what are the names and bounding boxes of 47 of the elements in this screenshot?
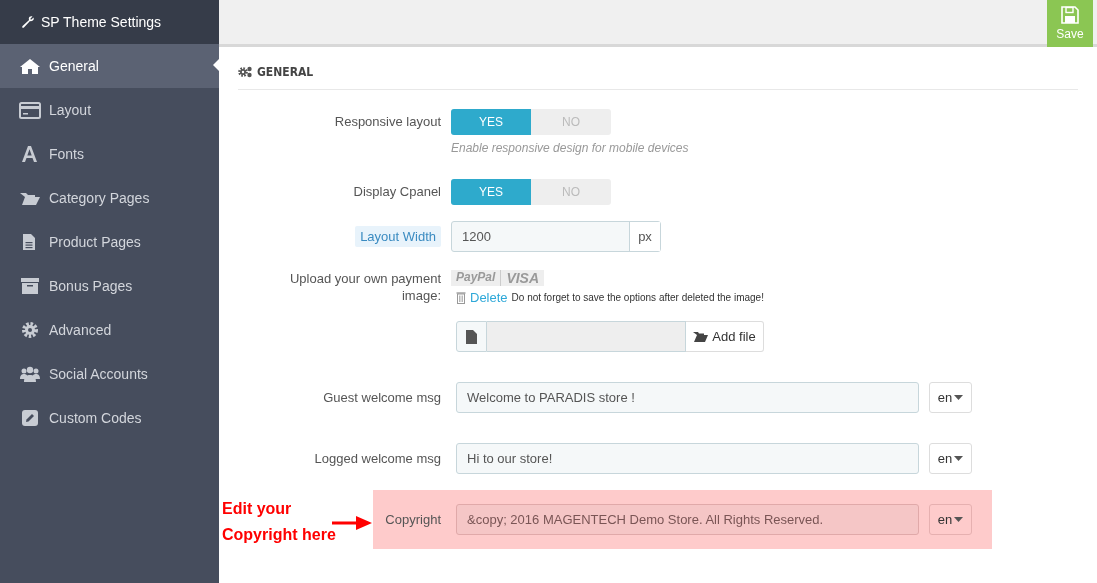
wrench-icon — [21, 15, 35, 29]
field-label: Responsive layout — [334, 114, 441, 129]
archive-icon — [19, 277, 41, 295]
help-text: Enable responsive design for mobile devices — [451, 141, 689, 155]
floppy-icon — [1061, 6, 1079, 24]
sidebar-item[interactable]: Layout — [0, 88, 219, 132]
home-icon — [19, 57, 41, 75]
card-icon — [19, 101, 41, 119]
add-file-button[interactable]: Add file — [686, 321, 764, 352]
width-input[interactable]: 1200 px — [451, 221, 661, 252]
field-label: Guest welcome msg — [323, 390, 441, 405]
caret-icon — [954, 517, 964, 522]
annotation-text: Edit your Copyright here — [222, 499, 336, 545]
field-label: Logged welcome msg — [314, 451, 441, 466]
text-input[interactable]: Welcome to PARADIS store ! — [456, 382, 919, 413]
gear-icon — [19, 321, 41, 339]
caret-icon — [954, 456, 964, 461]
section-title: GENERAL — [257, 65, 314, 79]
language-dropdown[interactable]: en — [929, 382, 972, 413]
sidebar-item[interactable]: Fonts — [0, 132, 219, 176]
field-label: Copyright — [385, 512, 441, 527]
language-dropdown[interactable]: en — [929, 443, 972, 474]
gears-icon — [238, 66, 253, 78]
field-label: Display Cpanel — [353, 184, 441, 199]
users-icon — [19, 365, 41, 383]
sidebar-item[interactable]: Custom Codes — [0, 396, 219, 440]
field-label: Layout Width — [355, 226, 441, 247]
sidebar-item[interactable]: Social Accounts — [0, 352, 219, 396]
language-dropdown[interactable]: en — [929, 504, 972, 535]
document-icon — [466, 329, 477, 344]
folder-icon — [693, 331, 709, 342]
file-name-field[interactable] — [487, 321, 686, 352]
trash-icon — [456, 291, 466, 304]
sidebar-item[interactable]: General — [0, 44, 219, 88]
sidebar-item[interactable]: Advanced — [0, 308, 219, 352]
payment-logos: PayPal VISA — [451, 270, 764, 286]
text-input[interactable]: &copy; 2016 MAGENTECH Demo Store. All Rights Reserved. — [456, 504, 919, 535]
field-label: Upload your own payment image: — [288, 270, 441, 304]
pencil-icon — [19, 409, 41, 427]
text-input[interactable]: Hi to our store! — [456, 443, 919, 474]
caret-icon — [954, 395, 964, 400]
arrow — [331, 516, 372, 530]
sidebar-item[interactable]: Category Pages — [0, 176, 219, 220]
note-text: Do not forget to save the options after deleted the image! — [511, 292, 764, 303]
sidebar-item[interactable]: Bonus Pages — [0, 264, 219, 308]
sidebar-title: SP Theme Settings — [41, 14, 162, 30]
sidebar-item[interactable]: Product Pages — [0, 220, 219, 264]
